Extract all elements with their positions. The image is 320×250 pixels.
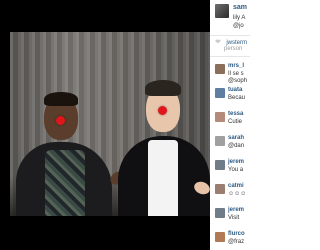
caption-line-2[interactable]: @jo [233, 22, 245, 30]
commenter-avatar[interactable] [215, 232, 225, 242]
divider [210, 56, 250, 57]
likes-sub: person [224, 46, 243, 52]
comment-mention[interactable]: @soph [228, 77, 247, 85]
commenter-avatar[interactable] [215, 88, 225, 98]
author-avatar[interactable] [215, 4, 229, 18]
photo-image [10, 32, 210, 216]
commenter-avatar[interactable] [215, 136, 225, 146]
post-caption: lily A @jo [233, 14, 245, 30]
emoji-icon: ☺☺☺ [228, 191, 247, 197]
author-username[interactable]: sam [233, 4, 247, 11]
heart-icon[interactable]: ❤ [215, 38, 221, 48]
comment-item[interactable]: sarah @dan [215, 134, 250, 154]
commenter-username[interactable]: tessa [228, 110, 243, 118]
comment-text: Becau [228, 95, 246, 101]
commenter-username[interactable]: tuata [228, 86, 242, 94]
caption-line-1: lily A [233, 15, 246, 21]
comment-item[interactable]: mrs_l Il se s @soph [215, 62, 250, 85]
person-right-shirt [148, 140, 178, 216]
comment-item[interactable]: tuata Becau [215, 86, 250, 106]
commenter-avatar[interactable] [215, 112, 225, 122]
commenter-username[interactable]: flurco [228, 230, 245, 238]
commenter-avatar[interactable] [215, 184, 225, 194]
post-photo[interactable] [0, 0, 210, 250]
comment-item[interactable]: jerem You a [215, 158, 250, 178]
commenter-username[interactable]: jerem [228, 158, 244, 166]
person-right-hair [145, 80, 181, 96]
comment-item[interactable]: jerem Visit [215, 206, 250, 226]
comment-text: You a [228, 167, 244, 173]
commenter-username[interactable]: mrs_l [228, 62, 244, 70]
post-author[interactable]: sam lily A @jo [215, 4, 250, 34]
comment-text: Cutie [228, 119, 243, 125]
comment-text: @fraz [228, 239, 245, 245]
commenter-username[interactable]: jerem [228, 206, 244, 214]
commenter-username[interactable]: sarah [228, 134, 244, 142]
comments-sidebar[interactable]: sam lily A @jo ❤ jwsterm person mrs_l Il … [210, 0, 250, 250]
commenter-avatar[interactable] [215, 160, 225, 170]
commenter-username[interactable]: catmi [228, 182, 244, 190]
commenter-avatar[interactable] [215, 208, 225, 218]
comment-item[interactable]: tessa Cutie [215, 110, 250, 130]
comment-text: Visit [228, 215, 240, 221]
comment-item[interactable]: catmi ☺☺☺ [215, 182, 250, 202]
person-left-shirt [45, 150, 85, 216]
comment-item[interactable]: flurco @fraz [215, 230, 250, 250]
red-clown-nose [56, 116, 65, 125]
red-clown-nose [158, 106, 167, 115]
person-left-hair [44, 92, 78, 106]
divider [210, 35, 250, 36]
comment-text: @dan [228, 143, 245, 149]
commenter-avatar[interactable] [215, 64, 225, 74]
